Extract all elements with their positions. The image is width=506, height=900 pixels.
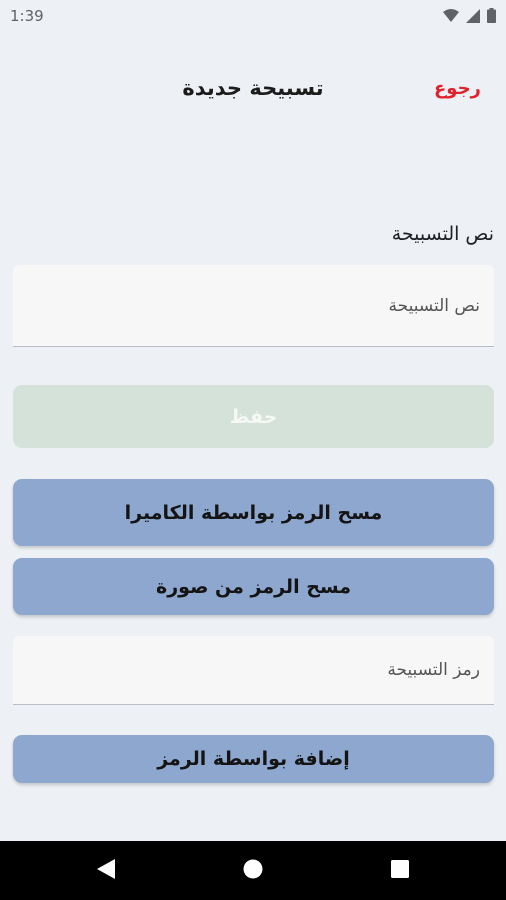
tasbeeh-code-field[interactable] (13, 636, 494, 705)
status-time: 1:39 (10, 7, 44, 25)
tasbeeh-text-input[interactable] (13, 265, 494, 346)
scan-image-button[interactable]: مسح الرمز من صورة (13, 558, 494, 615)
back-button[interactable]: رجوع (434, 78, 481, 99)
signal-icon (466, 8, 480, 27)
nav-home-button[interactable] (231, 841, 275, 900)
add-by-code-button[interactable]: إضافة بواسطة الرمز (13, 735, 494, 783)
scan-camera-button[interactable]: مسح الرمز بواسطة الكاميرا (13, 479, 494, 546)
wifi-icon (443, 8, 459, 27)
navigation-bar (0, 841, 506, 900)
status-bar: 1:39 (0, 0, 506, 32)
page-title: تسبيحة جديدة (182, 76, 324, 100)
tasbeeh-text-field[interactable] (13, 265, 494, 347)
tasbeeh-text-label: نص التسبيحة (391, 223, 494, 245)
nav-back-button[interactable] (84, 841, 128, 900)
tasbeeh-code-input[interactable] (13, 636, 494, 704)
nav-recents-button[interactable] (378, 841, 422, 900)
recents-square-icon (391, 859, 409, 882)
app-header: تسبيحة جديدة رجوع (0, 62, 506, 116)
battery-icon (487, 8, 496, 27)
status-icons (443, 8, 496, 27)
back-triangle-icon (97, 858, 115, 883)
save-button[interactable]: حفظ (13, 385, 494, 448)
home-circle-icon (243, 859, 263, 883)
